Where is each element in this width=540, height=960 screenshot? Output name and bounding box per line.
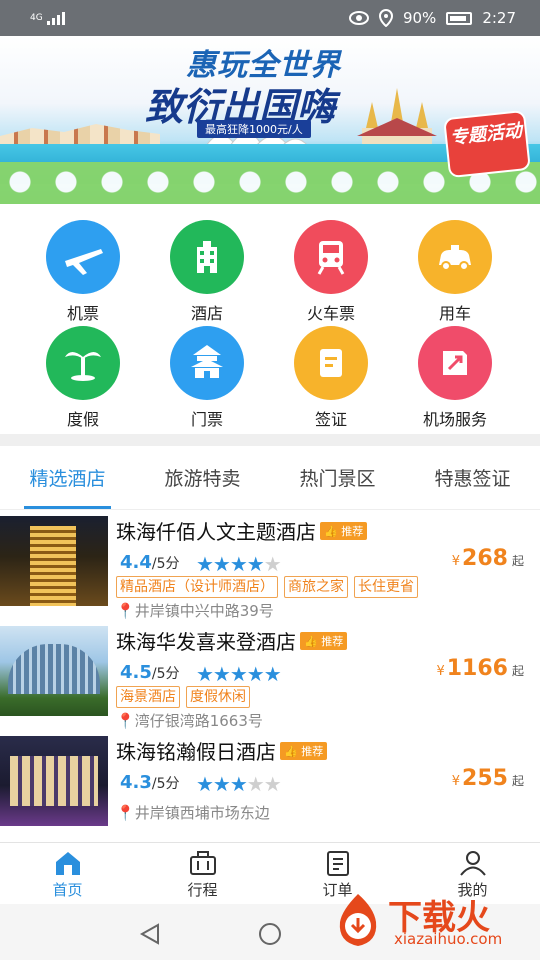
airplane-icon — [46, 220, 120, 294]
watermark-url: xiazaihuo.com — [394, 930, 503, 948]
location-pin-icon: 📍 — [116, 804, 135, 822]
service-label: 门票 — [190, 410, 223, 429]
status-bar: 4G 90% 2:27 — [0, 0, 540, 36]
star-rating: ★★★★★ — [196, 772, 282, 796]
hotel-address: 📍井岸镇西埔市场东边 — [116, 804, 270, 822]
flame-logo-icon — [339, 894, 377, 946]
hotel-tag: 商旅之家 — [284, 576, 348, 598]
service-label: 机场服务 — [422, 410, 487, 429]
hotel-address: 📍井岸镇中兴中路39号 — [116, 602, 274, 620]
hotel-photo — [0, 736, 108, 826]
service-label: 签证 — [314, 410, 347, 429]
tab-hot-attractions[interactable]: 热门景区 — [270, 456, 405, 509]
hotel-building-icon — [170, 220, 244, 294]
hotel-tag: 长住更省 — [354, 576, 418, 598]
battery-icon — [446, 11, 473, 25]
temple-icon — [170, 326, 244, 400]
hotel-price: ¥1166 起 — [436, 656, 524, 681]
topic-activity-badge[interactable]: 专题活动 — [443, 109, 531, 179]
service-hotel[interactable]: 酒店 — [152, 220, 262, 324]
nav-label: 首页 — [52, 881, 83, 899]
person-icon — [459, 851, 486, 876]
battery-percent: 90% — [402, 9, 437, 27]
hotel-score: 4.3/5分 — [120, 772, 180, 793]
hotel-tag: 海景酒店 — [116, 686, 180, 708]
service-vacation[interactable]: 度假 — [28, 326, 138, 430]
hotel-tag: 度假休闲 — [186, 686, 250, 708]
hotel-score: 4.4/5分 — [120, 552, 180, 573]
hotel-tags: 精品酒店（设计师酒店） 商旅之家 长住更省 — [116, 576, 418, 598]
briefcase-icon — [189, 851, 216, 875]
service-tickets[interactable]: 门票 — [152, 326, 262, 430]
home-icon — [55, 852, 80, 875]
recommend-badge: 👍 推荐 — [300, 632, 348, 650]
hotel-card[interactable]: 珠海铭瀚假日酒店 👍 推荐 4.3/5分 ★★★★★ ¥255 起 📍井岸镇西埔市场… — [0, 732, 540, 842]
tab-visa-deals[interactable]: 特惠签证 — [405, 456, 540, 509]
nav-home[interactable]: 首页 — [0, 843, 135, 904]
hotel-card[interactable]: 珠海华发喜来登酒店 👍 推荐 4.5/5分 ★★★★★ ¥1166 起 海景酒店 度… — [0, 622, 540, 732]
recommend-badge: 👍 推荐 — [320, 522, 368, 540]
hotel-tag: 精品酒店（设计师酒店） — [116, 576, 278, 598]
location-icon — [378, 9, 393, 27]
hotel-name: 珠海华发喜来登酒店 👍 推荐 — [116, 626, 348, 655]
hotel-card[interactable]: 珠海仟佰人文主题酒店 👍 推荐 4.4/5分 ★★★★★ ¥268 起 精品酒店（设… — [0, 512, 540, 622]
order-list-icon — [326, 851, 349, 876]
service-label: 火车票 — [306, 304, 355, 323]
section-divider — [0, 434, 540, 446]
hotel-photo — [0, 516, 108, 606]
location-pin-icon: 📍 — [116, 602, 135, 620]
nav-label: 行程 — [187, 881, 218, 899]
home-circle-icon[interactable] — [258, 922, 282, 946]
service-label: 度假 — [66, 410, 99, 429]
hotel-score: 4.5/5分 — [120, 662, 180, 683]
service-label: 机票 — [66, 304, 99, 323]
service-car[interactable]: 用车 — [400, 220, 510, 324]
hotel-tags: 海景酒店 度假休闲 — [116, 686, 250, 708]
visa-doc-icon — [294, 326, 368, 400]
service-label: 用车 — [438, 304, 471, 323]
train-icon — [294, 220, 368, 294]
palm-tree-icon — [46, 326, 120, 400]
nav-itinerary[interactable]: 行程 — [135, 843, 270, 904]
tab-travel-deals[interactable]: 旅游特卖 — [135, 456, 270, 509]
car-icon — [418, 220, 492, 294]
hotel-address: 📍湾仔银湾路1663号 — [116, 712, 263, 730]
service-flights[interactable]: 机票 — [28, 220, 138, 324]
airport-service-icon — [418, 326, 492, 400]
eye-icon — [348, 11, 369, 25]
back-icon[interactable] — [138, 922, 162, 946]
star-rating: ★★★★★ — [196, 662, 282, 686]
recommend-badge: 👍 推荐 — [280, 742, 328, 760]
service-airport[interactable]: 机场服务 — [400, 326, 510, 430]
category-tabs: 精选酒店 旅游特卖 热门景区 特惠签证 — [0, 456, 540, 510]
hotel-price: ¥268 起 — [451, 546, 524, 571]
service-grid: 机票 酒店 火车票 用车 度假 门票 签证 机场服务 — [0, 212, 540, 432]
tab-selected-hotels[interactable]: 精选酒店 — [0, 456, 135, 509]
signal-icon — [46, 11, 65, 25]
network-label: 4G — [30, 13, 43, 23]
service-train[interactable]: 火车票 — [276, 220, 386, 324]
hotel-photo — [0, 626, 108, 716]
service-label: 酒店 — [190, 304, 223, 323]
banner-subtext: 最高狂降1000元/人 — [197, 120, 311, 138]
hotel-name: 珠海仟佰人文主题酒店 👍 推荐 — [116, 516, 368, 545]
promo-banner[interactable]: 惠玩全世界 致衍出国嗨 最高狂降1000元/人 专题活动 — [0, 36, 540, 204]
hotel-price: ¥255 起 — [451, 766, 524, 791]
location-pin-icon: 📍 — [116, 712, 135, 730]
service-visa[interactable]: 签证 — [276, 326, 386, 430]
star-rating: ★★★★★ — [196, 552, 282, 576]
watermark-logo: 下载火 xiazaihuo.com — [324, 888, 534, 952]
clock: 2:27 — [482, 9, 516, 27]
hotel-name: 珠海铭瀚假日酒店 👍 推荐 — [116, 736, 328, 765]
